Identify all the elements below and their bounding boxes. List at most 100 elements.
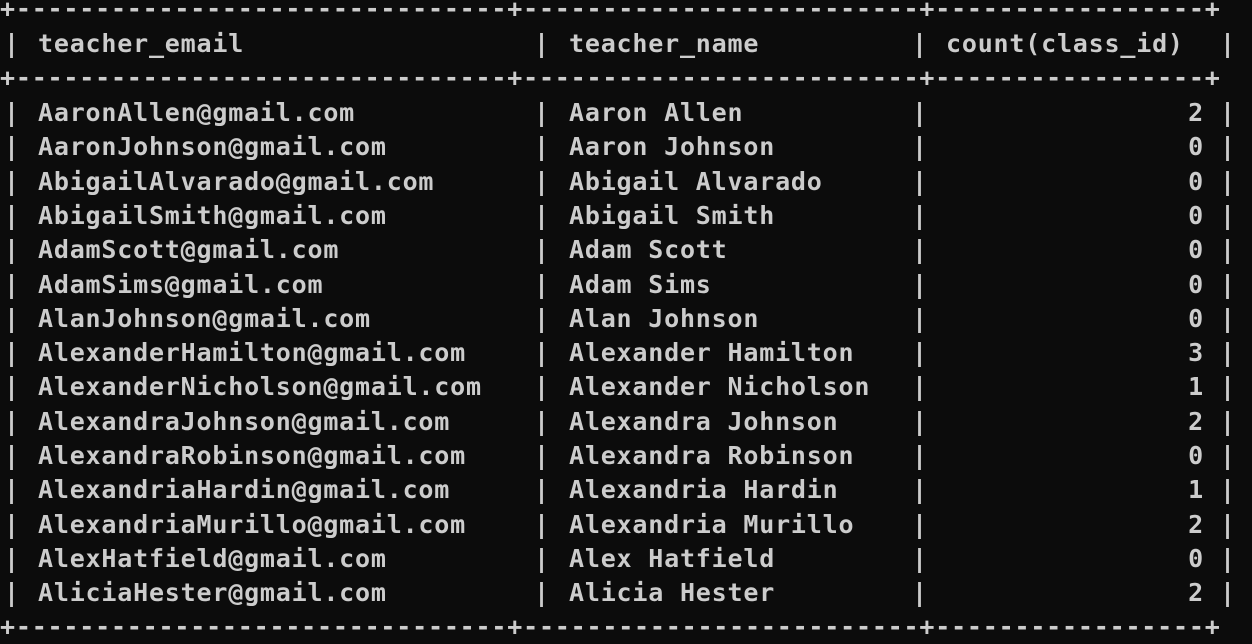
column-divider: | <box>4 98 20 127</box>
cell-teacher-email: AaronJohnson@gmail.com <box>38 132 387 162</box>
cell-teacher-name: Adam Scott <box>569 235 728 265</box>
column-divider: | <box>912 269 928 299</box>
cell-teacher-name: Alexander Nicholson <box>569 372 871 402</box>
cell-teacher-name: Alexander Hamilton <box>569 338 855 368</box>
cell-teacher-email: AbigailSmith@gmail.com <box>38 200 387 230</box>
cell-teacher-email: AaronAllen@gmail.com <box>38 98 356 127</box>
cell-teacher-name: Alan Johnson <box>569 303 760 333</box>
column-divider: | <box>534 509 550 539</box>
column-divider: | <box>1220 406 1236 436</box>
column-divider: | <box>534 303 550 333</box>
cell-teacher-email: AlexandraJohnson@gmail.com <box>38 406 451 436</box>
column-divider: | <box>4 338 20 368</box>
cell-teacher-email: AlexandraRobinson@gmail.com <box>38 441 466 470</box>
cell-class-count: 3 <box>1188 338 1204 368</box>
column-divider: | <box>4 303 20 333</box>
cell-teacher-name: Alexandra Johnson <box>569 406 839 436</box>
column-divider: | <box>534 98 550 127</box>
column-divider: | <box>1220 578 1236 608</box>
cell-class-count: 2 <box>1188 406 1204 436</box>
cell-class-count: 1 <box>1188 475 1204 505</box>
column-divider: | <box>534 166 550 196</box>
cell-teacher-name: Alexandria Hardin <box>569 475 839 505</box>
column-divider: | <box>534 406 550 436</box>
column-divider: | <box>1220 166 1236 196</box>
cell-teacher-email: AlexanderHamilton@gmail.com <box>38 338 466 368</box>
table-row: | AlexandraJohnson@gmail.com | Alexandra Jo… <box>0 405 1252 439</box>
table-row: | AliciaHester@gmail.com | Alicia Hester | 2 | <box>0 576 1252 610</box>
column-divider: | <box>4 269 20 299</box>
cell-teacher-name: Alexandra Robinson <box>569 441 855 470</box>
column-divider: | <box>4 509 20 539</box>
table-bottom-border: +-------------------------------+-------… <box>0 612 1221 641</box>
column-divider: | <box>4 166 20 196</box>
column-divider: | <box>534 578 550 608</box>
cell-class-count: 0 <box>1188 235 1204 265</box>
table-header-row: | teacher_email | teacher_name | count(c… <box>0 27 1252 61</box>
table-row: | AlexHatfield@gmail.com | Alex Hatfield | 0 | <box>0 542 1252 576</box>
cell-class-count: 1 <box>1188 372 1204 402</box>
cell-teacher-email: AbigailAlvarado@gmail.com <box>38 166 435 196</box>
column-divider: | <box>4 441 20 470</box>
column-divider: | <box>4 132 20 162</box>
column-divider: | <box>534 441 550 470</box>
column-divider: | <box>1220 338 1236 368</box>
column-divider: | <box>1220 132 1236 162</box>
column-divider: | <box>1220 29 1236 58</box>
cell-teacher-name: Abigail Smith <box>569 200 776 230</box>
cell-class-count: 2 <box>1188 509 1204 539</box>
cell-class-count: 0 <box>1188 200 1204 230</box>
table-row: | AdamScott@gmail.com | Adam Scott | 0 | <box>0 233 1252 267</box>
column-divider: | <box>1220 441 1236 470</box>
column-divider: | <box>1220 372 1236 402</box>
column-divider: | <box>4 200 20 230</box>
column-divider: | <box>534 29 550 58</box>
column-divider: | <box>912 441 928 470</box>
column-divider: | <box>4 543 20 573</box>
column-divider: | <box>912 235 928 265</box>
cell-teacher-email: AliciaHester@gmail.com <box>38 578 387 608</box>
column-divider: | <box>534 132 550 162</box>
cell-teacher-email: AlanJohnson@gmail.com <box>38 303 371 333</box>
cell-class-count: 0 <box>1188 269 1204 299</box>
cell-class-count: 2 <box>1188 578 1204 608</box>
column-divider: | <box>4 372 20 402</box>
column-divider: | <box>534 543 550 573</box>
column-divider: | <box>912 200 928 230</box>
cell-teacher-email: AdamScott@gmail.com <box>38 235 340 265</box>
cell-teacher-name: Aaron Johnson <box>569 132 776 162</box>
cell-teacher-name: Alexandria Murillo <box>569 509 855 539</box>
table-row: | AlanJohnson@gmail.com | Alan Johnson | 0 | <box>0 302 1252 336</box>
table-header-border: +-------------------------------+-------… <box>0 63 1221 92</box>
column-divider: | <box>4 29 20 58</box>
cell-teacher-email: AlexHatfield@gmail.com <box>38 543 387 573</box>
cell-teacher-name: Alicia Hester <box>569 578 776 608</box>
cell-class-count: 0 <box>1188 441 1204 470</box>
column-divider: | <box>912 475 928 505</box>
column-divider: | <box>912 543 928 573</box>
cell-teacher-name: Aaron Allen <box>569 98 744 127</box>
column-divider: | <box>1220 200 1236 230</box>
terminal-window[interactable]: +-------------------------------+-------… <box>0 0 1252 641</box>
column-divider: | <box>912 132 928 162</box>
header-count-class-id: count(class_id) <box>946 29 1184 58</box>
table-row: | AlexandriaHardin@gmail.com | Alexandria H… <box>0 473 1252 507</box>
column-divider: | <box>912 29 928 58</box>
column-divider: | <box>912 372 928 402</box>
column-divider: | <box>534 235 550 265</box>
column-divider: | <box>1220 98 1236 127</box>
cell-teacher-email: AdamSims@gmail.com <box>38 269 324 299</box>
cell-class-count: 0 <box>1188 543 1204 573</box>
table-row: | AbigailSmith@gmail.com | Abigail Smith | 0 | <box>0 199 1252 233</box>
column-divider: | <box>1220 509 1236 539</box>
table-row: | AlexandriaMurillo@gmail.com | Alexandria … <box>0 508 1252 542</box>
column-divider: | <box>1220 543 1236 573</box>
cell-teacher-name: Abigail Alvarado <box>569 166 823 196</box>
column-divider: | <box>1220 303 1236 333</box>
cell-teacher-email: AlexandriaMurillo@gmail.com <box>38 509 466 539</box>
table-row: | AlexandraRobinson@gmail.com | Alexandra R… <box>0 439 1252 473</box>
header-teacher-name: teacher_name <box>569 29 760 58</box>
cell-class-count: 0 <box>1188 166 1204 196</box>
cell-class-count: 0 <box>1188 303 1204 333</box>
table-top-border: +-------------------------------+-------… <box>0 0 1221 23</box>
